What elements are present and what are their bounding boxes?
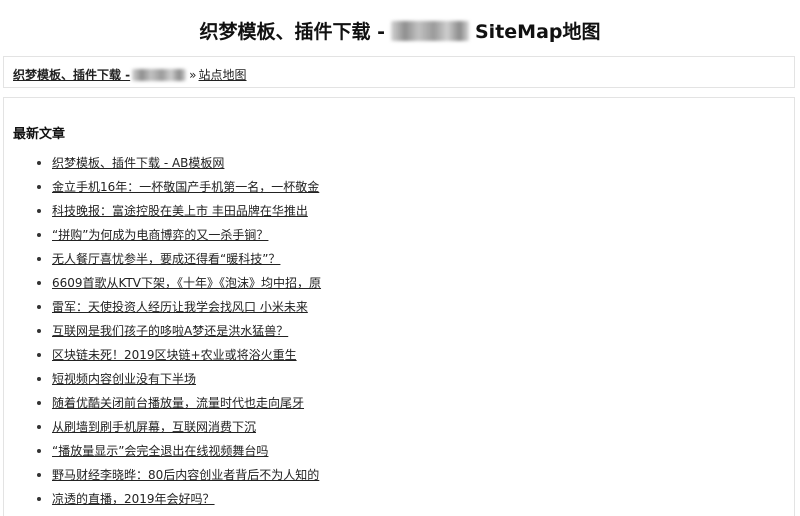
article-link[interactable]: 织梦模板、插件下载 - AB模板网 (52, 156, 224, 170)
list-item: 随着优酷关闭前台播放量，流量时代也走向尾牙 (35, 393, 321, 417)
breadcrumb-sitemap-link[interactable]: 站点地图 (199, 68, 247, 82)
article-link[interactable]: 凉透的直播，2019年会好吗？ (52, 492, 215, 506)
article-link[interactable]: “拼购”为何成为电商博弈的又一杀手锏？ (52, 228, 268, 242)
article-link[interactable]: 科技晚报：富途控股在美上市 丰田品牌在华推出 (52, 204, 308, 218)
article-link[interactable]: 区块链未死！2019区块链+农业或将浴火重生 (52, 348, 297, 362)
list-item: 区块链未死！2019区块链+农业或将浴火重生 (35, 345, 321, 369)
bullet-dot (37, 449, 41, 453)
list-item: 互联网是我们孩子的哆啦A梦还是洪水猛兽？ (35, 321, 321, 345)
list-item: 6609首歌从KTV下架，《十年》《泡沫》均中招，原 (35, 273, 321, 297)
list-item: 野马财经李晓晔：80后内容创业者背后不为人知的 (35, 465, 321, 489)
bullet-dot (37, 233, 41, 237)
bullet-dot (37, 473, 41, 477)
list-item: 无人餐厅喜忧参半，要成还得看“暖科技”？ (35, 249, 321, 273)
bullet-dot (37, 401, 41, 405)
article-link[interactable]: 互联网是我们孩子的哆啦A梦还是洪水猛兽？ (52, 324, 288, 338)
list-item: “播放量显示”会完全退出在线视频舞台吗 (35, 441, 321, 465)
sitemap-page: 织梦模板、插件下载 - SiteMap地图 织梦模板、插件下载 - » 站点地图 最新… (0, 0, 800, 516)
list-item: 凉透的直播，2019年会好吗？ (35, 489, 321, 513)
list-item: 科技晚报：富途控股在美上市 丰田品牌在华推出 (35, 201, 321, 225)
article-link[interactable]: 野马财经李晓晔：80后内容创业者背后不为人知的 (52, 468, 319, 482)
redacted-site-name-crumb (132, 68, 187, 81)
list-item: 从刷墙到刷手机屏幕，互联网消费下沉 (35, 417, 321, 441)
bullet-dot (37, 281, 41, 285)
bullet-dot (37, 377, 41, 381)
article-link[interactable]: 从刷墙到刷手机屏幕，互联网消费下沉 (52, 420, 256, 434)
list-item: 短视频内容创业没有下半场 (35, 369, 321, 393)
breadcrumb-home-label: 织梦模板、插件下载 - (13, 68, 131, 82)
article-link[interactable]: 6609首歌从KTV下架，《十年》《泡沫》均中招，原 (52, 276, 321, 290)
section-title-latest: 最新文章 (13, 127, 66, 142)
bullet-dot (37, 305, 41, 309)
bullet-dot (37, 161, 41, 165)
list-item: 雷军：天使投资人经历让我学会找风口 小米未来 (35, 297, 321, 321)
breadcrumb-home-link[interactable]: 织梦模板、插件下载 - (13, 68, 189, 82)
article-link[interactable]: 雷军：天使投资人经历让我学会找风口 小米未来 (52, 300, 308, 314)
bullet-dot (37, 353, 41, 357)
page-title-suffix: SiteMap地图 (475, 21, 601, 43)
bullet-dot (37, 425, 41, 429)
bullet-dot (37, 329, 41, 333)
breadcrumb-separator: » (189, 68, 197, 82)
page-title: 织梦模板、插件下载 - SiteMap地图 (0, 0, 800, 55)
bullet-dot (37, 497, 41, 501)
article-link[interactable]: 短视频内容创业没有下半场 (52, 372, 196, 386)
article-link[interactable]: 无人餐厅喜忧参半，要成还得看“暖科技”？ (52, 252, 280, 266)
list-item: 织梦模板、插件下载 - AB模板网 (35, 153, 321, 177)
article-link[interactable]: 金立手机16年：一杯敬国产手机第一名，一杯敬金 (52, 180, 319, 194)
redacted-site-name (391, 20, 469, 41)
bullet-dot (37, 185, 41, 189)
list-item: “拼购”为何成为电商博弈的又一杀手锏？ (35, 225, 321, 249)
latest-articles-panel: 最新文章 织梦模板、插件下载 - AB模板网金立手机16年：一杯敬国产手机第一名… (3, 97, 795, 516)
article-link[interactable]: “播放量显示”会完全退出在线视频舞台吗 (52, 444, 268, 458)
list-item: 金立手机16年：一杯敬国产手机第一名，一杯敬金 (35, 177, 321, 201)
bullet-dot (37, 257, 41, 261)
breadcrumb: 织梦模板、插件下载 - » 站点地图 (3, 56, 795, 88)
bullet-dot (37, 209, 41, 213)
article-list: 织梦模板、插件下载 - AB模板网金立手机16年：一杯敬国产手机第一名，一杯敬金… (35, 153, 321, 516)
article-link[interactable]: 随着优酷关闭前台播放量，流量时代也走向尾牙 (52, 396, 304, 410)
page-title-prefix: 织梦模板、插件下载 - (199, 21, 385, 43)
